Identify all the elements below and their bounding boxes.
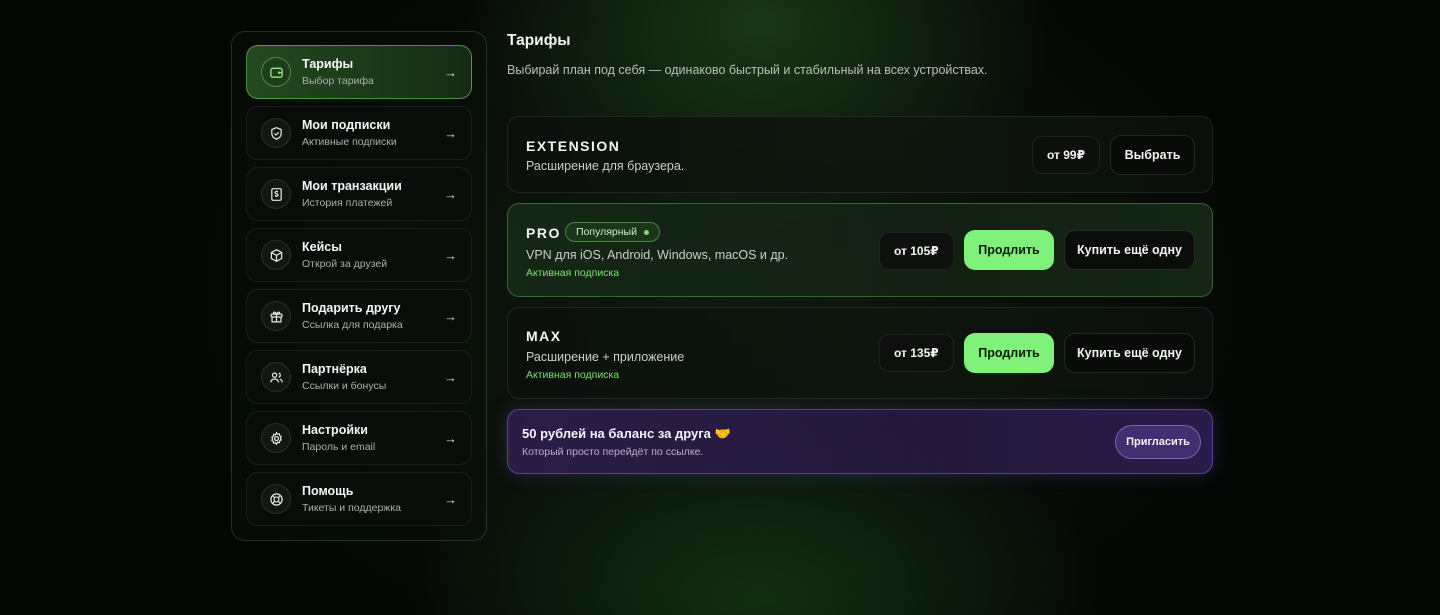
sidebar-item-subtitle: История платежей (302, 196, 393, 209)
sidebar-item-partners[interactable]: Партнёрка Ссылки и бонусы → (246, 350, 472, 404)
buy-another-button[interactable]: Купить ещё одну (1064, 333, 1195, 373)
plan-name: MAX (526, 328, 562, 344)
promo-subtitle: Который просто перейдёт по ссылке. (522, 446, 704, 458)
promo-title: 50 рублей на баланс за друга 🤝 (522, 426, 731, 441)
gift-icon (261, 301, 291, 331)
plan-name: PRO (526, 225, 561, 241)
sidebar-item-subtitle: Ссылки и бонусы (302, 379, 387, 392)
plan-card-max: MAX Расширение + приложение Активная под… (507, 307, 1213, 399)
sidebar-item-title: Подарить другу (302, 300, 401, 315)
arrow-right-icon: → (444, 64, 457, 80)
sidebar-item-subtitle: Пароль и email (302, 440, 376, 453)
box-icon (261, 240, 291, 270)
sidebar-item-title: Мои подписки (302, 117, 391, 132)
plan-card-extension: EXTENSION Расширение для браузера. от 99… (507, 116, 1213, 193)
sidebar-item-title: Мои транзакции (302, 178, 402, 193)
plan-status: Активная подписка (526, 369, 620, 381)
plan-price: от 105₽ (879, 232, 954, 270)
plan-price: от 99₽ (1032, 136, 1100, 174)
sidebar-item-subtitle: Открой за друзей (302, 257, 388, 270)
sidebar-item-tariffs[interactable]: Тарифы Выбор тарифа → (246, 45, 472, 99)
arrow-right-icon: → (444, 491, 457, 507)
renew-button[interactable]: Продлить (964, 230, 1054, 270)
arrow-right-icon: → (444, 308, 457, 324)
plan-description: VPN для iOS, Android, Windows, macOS и д… (526, 248, 789, 262)
sidebar-item-transactions[interactable]: Мои транзакции История платежей → (246, 167, 472, 221)
page-title: Тарифы (507, 32, 571, 49)
sidebar-item-title: Кейсы (302, 239, 342, 254)
badge-label: Популярный (576, 226, 637, 238)
sidebar-item-title: Помощь (302, 483, 354, 498)
sidebar-item-subtitle: Активные подписки (302, 135, 397, 148)
sidebar-item-subtitle: Ссылка для подарка (302, 318, 403, 331)
renew-button[interactable]: Продлить (964, 333, 1054, 373)
sidebar-item-title: Настройки (302, 422, 368, 437)
plan-status: Активная подписка (526, 267, 620, 279)
sidebar-item-subscriptions[interactable]: Мои подписки Активные подписки → (246, 106, 472, 160)
arrow-right-icon: → (444, 186, 457, 202)
lifebuoy-icon (261, 484, 291, 514)
sidebar-item-settings[interactable]: Настройки Пароль и email → (246, 411, 472, 465)
plan-price: от 135₽ (879, 334, 954, 372)
sidebar-item-help[interactable]: Помощь Тикеты и поддержка → (246, 472, 472, 526)
users-icon (261, 362, 291, 392)
shield-check-icon (261, 118, 291, 148)
select-plan-button[interactable]: Выбрать (1110, 135, 1195, 175)
sidebar: Тарифы Выбор тарифа → Мои подписки Актив… (231, 31, 487, 541)
sidebar-item-gift[interactable]: Подарить другу Ссылка для подарка → (246, 289, 472, 343)
sidebar-item-cases[interactable]: Кейсы Открой за друзей → (246, 228, 472, 282)
sidebar-item-subtitle: Выбор тарифа (302, 74, 374, 87)
plan-card-pro: PRO Популярный VPN для iOS, Android, Win… (507, 203, 1213, 297)
referral-promo-banner: 50 рублей на баланс за друга 🤝 Который п… (507, 409, 1213, 474)
sidebar-item-title: Тарифы (302, 56, 354, 71)
arrow-right-icon: → (444, 247, 457, 263)
receipt-dollar-icon (261, 179, 291, 209)
plan-name: EXTENSION (526, 138, 621, 154)
sidebar-item-subtitle: Тикеты и поддержка (302, 501, 401, 514)
arrow-right-icon: → (444, 125, 457, 141)
page-subtitle: Выбирай план под себя — одинаково быстры… (507, 63, 988, 77)
invite-button[interactable]: Пригласить (1115, 425, 1201, 459)
arrow-right-icon: → (444, 369, 457, 385)
main-content: Тарифы Выбирай план под себя — одинаково… (507, 31, 1213, 474)
plan-description: Расширение для браузера. (526, 159, 685, 173)
dot-icon (643, 229, 649, 235)
wallet-icon (261, 57, 291, 87)
buy-another-button[interactable]: Купить ещё одну (1064, 230, 1195, 270)
plan-description: Расширение + приложение (526, 350, 685, 364)
popular-badge: Популярный (565, 222, 660, 242)
arrow-right-icon: → (444, 430, 457, 446)
gear-icon (261, 423, 291, 453)
sidebar-item-title: Партнёрка (302, 361, 367, 376)
